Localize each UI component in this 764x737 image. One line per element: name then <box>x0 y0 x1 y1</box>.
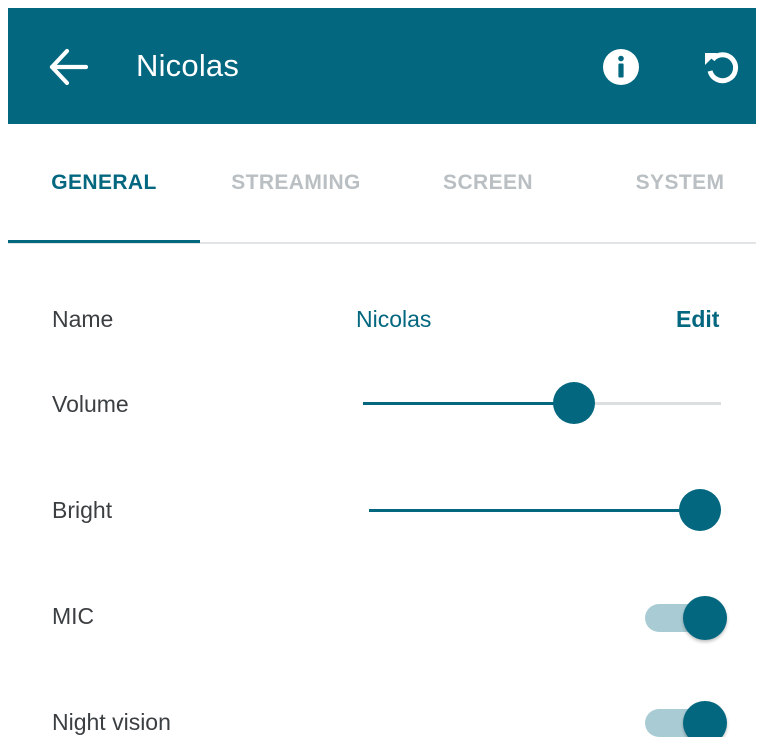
name-value: Nicolas <box>356 306 432 332</box>
bright-slider-fill <box>369 509 700 512</box>
mic-label: MIC <box>52 603 95 629</box>
volume-label: Volume <box>52 391 129 417</box>
page-title: Nicolas <box>136 48 240 83</box>
volume-slider-fill <box>363 402 575 405</box>
reset-button[interactable] <box>702 47 742 87</box>
info-button[interactable] <box>602 48 640 86</box>
tab-system[interactable]: SYSTEM <box>584 124 764 242</box>
night-vision-label: Night vision <box>52 709 171 735</box>
info-icon <box>603 49 639 85</box>
night-vision-toggle[interactable] <box>645 700 727 737</box>
bright-slider[interactable] <box>369 489 721 533</box>
name-label: Name <box>52 306 114 332</box>
mic-toggle[interactable] <box>645 595 727 641</box>
back-button[interactable] <box>48 46 90 88</box>
bright-label: Bright <box>52 497 113 523</box>
tab-streaming[interactable]: STREAMING <box>200 124 392 242</box>
active-tab-indicator <box>8 240 200 243</box>
reset-icon <box>705 52 739 84</box>
edit-name-button[interactable]: Edit <box>676 304 719 334</box>
arrow-left-icon <box>49 48 89 86</box>
volume-slider[interactable] <box>363 382 721 426</box>
mic-toggle-knob <box>683 596 727 640</box>
volume-slider-thumb[interactable] <box>553 382 596 424</box>
app-bar: Nicolas <box>8 8 756 124</box>
tab-bar: GENERAL STREAMING SCREEN SYSTEM <box>8 124 756 244</box>
settings-screen: Nicolas GENERAL STREAMING SCREEN SYSTEM … <box>0 0 764 737</box>
night-vision-toggle-knob <box>683 701 727 737</box>
tab-general[interactable]: GENERAL <box>8 124 200 242</box>
bright-slider-thumb[interactable] <box>679 489 721 531</box>
tab-screen[interactable]: SCREEN <box>392 124 584 242</box>
